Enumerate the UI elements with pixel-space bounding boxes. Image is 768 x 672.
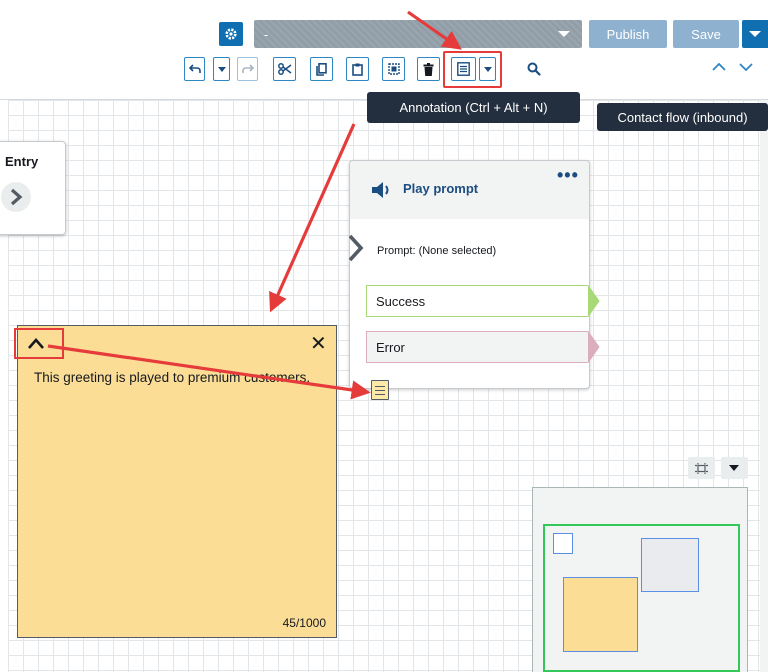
- copy-icon: [316, 62, 327, 76]
- collapse-highlight: [14, 328, 64, 359]
- contact-flow-tooltip: Contact flow (inbound): [597, 103, 768, 131]
- entry-block[interactable]: Entry: [0, 141, 66, 235]
- more-options-icon[interactable]: •••: [557, 165, 579, 186]
- delete-button[interactable]: [417, 57, 440, 81]
- publish-button[interactable]: Publish: [589, 20, 667, 48]
- speaker-icon: [372, 182, 389, 198]
- cut-button[interactable]: [273, 57, 296, 81]
- branch-success[interactable]: Success: [366, 285, 600, 317]
- prompt-text: Prompt: (None selected): [377, 245, 497, 257]
- redo-button[interactable]: [237, 57, 258, 81]
- chevron-down-icon[interactable]: [739, 62, 753, 72]
- play-prompt-block[interactable]: Play prompt ••• Prompt: (None selected) …: [349, 160, 600, 389]
- copy-button[interactable]: [310, 57, 333, 81]
- undo-icon: [188, 64, 201, 73]
- minimap-play-prompt-block: [641, 538, 699, 592]
- search-icon[interactable]: [525, 60, 543, 78]
- annotation-tooltip: Annotation (Ctrl + Alt + N): [367, 92, 580, 123]
- clipboard-icon: [352, 63, 363, 76]
- input-connector-icon[interactable]: [349, 233, 365, 263]
- chevron-down-icon: [749, 31, 761, 37]
- annotation-marker-icon[interactable]: [371, 380, 389, 400]
- zoom-options-dropdown[interactable]: [721, 457, 748, 479]
- canvas-scrollbar[interactable]: [760, 100, 768, 672]
- minimap-entry-block: [553, 533, 573, 554]
- entry-output-connector[interactable]: [1, 182, 31, 212]
- paste-button[interactable]: [346, 57, 369, 81]
- select-all-button[interactable]: [382, 57, 405, 81]
- annotation-note[interactable]: ✕ This greeting is played to premium cus…: [17, 325, 337, 638]
- flow-name-value: -: [264, 26, 269, 42]
- chevron-down-icon: [217, 66, 226, 72]
- branch-label: Error: [376, 339, 405, 355]
- chevron-down-icon: [558, 31, 570, 37]
- save-button[interactable]: Save: [673, 20, 739, 48]
- character-count: 45/1000: [282, 616, 326, 630]
- fit-to-screen-button[interactable]: [688, 457, 715, 479]
- scissors-icon: [277, 63, 291, 75]
- gear-icon: [225, 28, 237, 40]
- undo-button[interactable]: [184, 57, 205, 81]
- annotation-button-highlight: [443, 51, 502, 88]
- chevron-down-icon: [729, 465, 739, 471]
- minimap[interactable]: [532, 487, 748, 672]
- branch-error[interactable]: Error: [366, 331, 600, 363]
- save-options-dropdown[interactable]: [742, 20, 768, 48]
- play-prompt-title: Play prompt: [403, 181, 479, 196]
- chevron-right-icon: [10, 188, 23, 206]
- chevron-up-icon[interactable]: [712, 62, 726, 72]
- settings-button[interactable]: [219, 22, 243, 46]
- toolbar-area: [0, 0, 768, 100]
- minimap-annotation-note: [563, 577, 638, 652]
- annotation-text[interactable]: This greeting is played to premium custo…: [34, 370, 322, 386]
- branch-label: Success: [376, 293, 426, 309]
- flow-name-select[interactable]: -: [254, 20, 582, 48]
- trash-icon: [423, 62, 434, 76]
- select-all-icon: [387, 63, 400, 75]
- close-icon[interactable]: ✕: [310, 334, 327, 354]
- undo-history-dropdown[interactable]: [213, 57, 230, 81]
- fit-icon: [695, 462, 708, 474]
- redo-icon: [241, 64, 254, 73]
- entry-label: Entry: [5, 154, 39, 169]
